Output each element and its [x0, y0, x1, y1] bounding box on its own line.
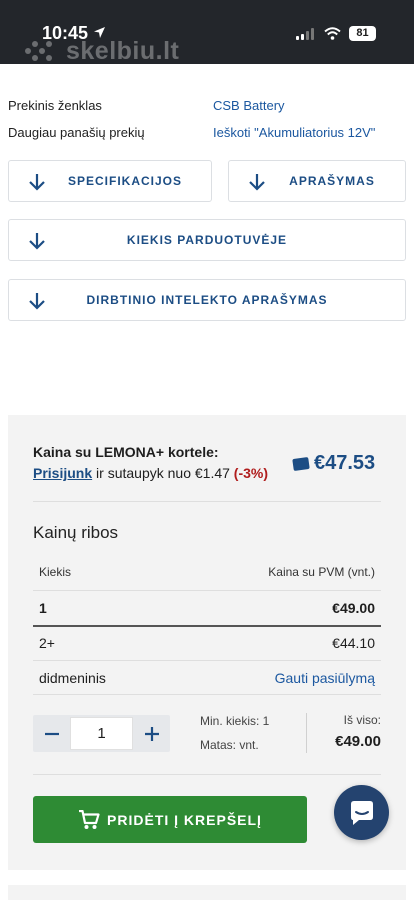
row-price: €49.00 — [332, 600, 375, 616]
description-section-button[interactable]: APRAŠYMAS — [228, 160, 406, 202]
wifi-icon — [324, 27, 341, 40]
brand-label: Prekinis ženklas — [8, 98, 102, 113]
total-value: €49.00 — [335, 733, 381, 750]
discount-percent: (-3%) — [233, 465, 269, 481]
vertical-divider — [306, 713, 307, 753]
lemona-price-value: €47.53 — [314, 452, 376, 474]
stock-section-label: KIEKIS PARDUOTUVĖJE — [126, 233, 288, 247]
add-to-cart-button[interactable]: PRIDĖTI Į KREPŠELĮ — [33, 796, 307, 843]
login-link[interactable]: Prisijunk — [33, 465, 92, 481]
add-to-cart-label: PRIDĖTI Į KREPŠELĮ — [107, 811, 262, 828]
ai-description-section-label: DIRBTINIO INTELEKTO APRAŠYMAS — [86, 293, 328, 307]
table-row: 2+ €44.10 — [33, 626, 381, 660]
brand-link[interactable]: CSB Battery — [213, 98, 285, 113]
specs-section-button[interactable]: SPECIFIKACIJOS — [8, 160, 212, 202]
row-qty: didmeninis — [39, 670, 106, 686]
row-qty: 2+ — [39, 635, 55, 651]
price-ranges-title: Kainų ribos — [33, 523, 119, 542]
lemona-title: Kaina su LEMONA+ kortele: — [33, 444, 219, 460]
watermark-text: skelbiu.lt — [66, 37, 180, 65]
watermark-logo-icon — [25, 41, 52, 61]
divider — [33, 501, 381, 502]
increase-quantity-button[interactable] — [133, 715, 170, 752]
loyalty-card-icon — [292, 456, 310, 471]
lemona-price: €47.53 — [292, 452, 376, 475]
unit-text: Matas: vnt. — [200, 738, 259, 752]
quantity-input[interactable]: 1 — [70, 717, 133, 750]
minus-icon — [44, 732, 59, 735]
stock-section-button[interactable]: KIEKIS PARDUOTUVĖJE — [8, 219, 406, 261]
qty-column-header: Kiekis — [39, 565, 72, 579]
battery-level: 81 — [349, 26, 376, 41]
arrow-down-icon — [249, 174, 265, 191]
lemona-savings-line: Prisijunk ir sutaupyk nuo €1.47 (-3%) — [33, 465, 268, 481]
price-column-header: Kaina su PVM (vnt.) — [268, 565, 375, 579]
arrow-down-icon — [29, 293, 45, 310]
chat-button[interactable] — [334, 785, 389, 840]
similar-products-label: Daugiau panašių prekių — [8, 125, 145, 140]
table-row: 1 €49.00 — [33, 591, 381, 625]
plus-icon — [144, 726, 159, 741]
cart-icon — [79, 809, 100, 829]
status-bar: 10:45 skelbiu.lt 81 — [0, 0, 414, 65]
savings-text: ir sutaupyk nuo €1.47 — [96, 465, 230, 481]
get-offer-link[interactable]: Gauti pasiūlymą — [275, 670, 375, 686]
total-label: Iš viso: — [343, 713, 381, 727]
cellular-signal-icon — [296, 28, 314, 40]
arrow-down-icon — [29, 233, 45, 250]
table-divider — [33, 694, 381, 695]
ai-description-section-button[interactable]: DIRBTINIO INTELEKTO APRAŠYMAS — [8, 279, 406, 321]
row-qty: 1 — [39, 600, 47, 616]
decrease-quantity-button[interactable] — [33, 715, 70, 752]
row-price: €44.10 — [332, 635, 375, 651]
min-quantity-text: Min. kiekis: 1 — [200, 714, 270, 728]
arrow-down-icon — [29, 174, 45, 191]
next-card — [8, 885, 406, 900]
quantity-stepper: 1 — [33, 715, 170, 752]
divider — [33, 774, 381, 775]
similar-products-link[interactable]: Ieškoti "Akumuliatorius 12V" — [213, 125, 375, 140]
table-row: didmeninis Gauti pasiūlymą — [33, 661, 381, 695]
chat-bubble-icon — [350, 800, 373, 825]
price-table-header: Kiekis Kaina su PVM (vnt.) — [33, 556, 381, 590]
